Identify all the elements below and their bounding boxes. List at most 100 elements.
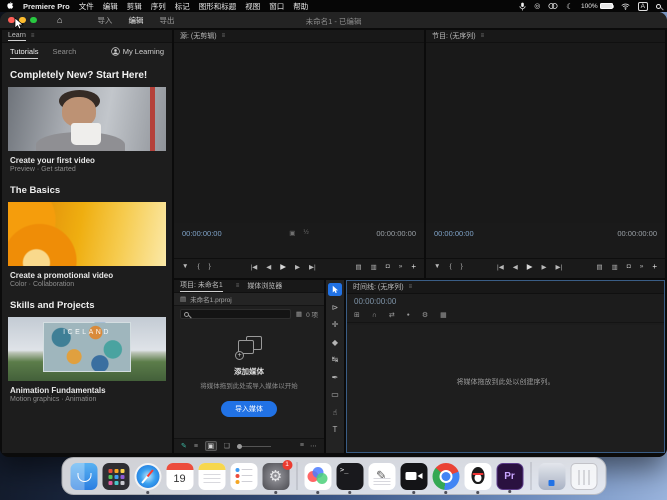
nest-toggle-button[interactable]: ⊞ — [354, 311, 360, 319]
add-marker-button[interactable]: ▼ — [434, 263, 440, 270]
notes-icon[interactable] — [198, 463, 225, 490]
video-camera-app-icon[interactable] — [400, 463, 427, 490]
list-icon[interactable]: ▦ — [296, 310, 302, 318]
timeline-panel-tab[interactable]: 时间线: (无序列) — [353, 282, 404, 292]
tab-search[interactable]: Search — [52, 47, 76, 56]
selection-tool[interactable] — [328, 283, 342, 296]
panel-menu-icon[interactable]: ≡ — [222, 33, 226, 39]
track-select-forward-tool[interactable]: ⊳ — [328, 301, 342, 314]
panel-menu-icon[interactable]: ≡ — [409, 284, 413, 290]
project-writable-toggle[interactable]: ✎ — [181, 442, 187, 450]
menu-item-help[interactable]: 帮助 — [293, 1, 308, 12]
panel-menu-icon[interactable]: ≡ — [481, 33, 485, 39]
mark-in-button[interactable]: { — [449, 263, 451, 270]
mark-in-button[interactable]: { — [197, 263, 199, 270]
textedit-icon[interactable]: ✎ — [368, 463, 395, 490]
captions-menu-button[interactable]: ▦ — [440, 311, 447, 319]
screen-record-icon[interactable]: ◎ — [534, 2, 540, 10]
button-editor-button[interactable]: + — [652, 262, 657, 271]
step-forward-button[interactable]: ▶ — [542, 263, 547, 271]
mark-out-button[interactable]: } — [461, 263, 463, 270]
ripple-edit-tool[interactable]: ✛ — [328, 318, 342, 331]
system-settings-icon[interactable]: ⚙1 — [262, 463, 289, 490]
do-not-disturb-icon[interactable]: ☾ — [566, 2, 573, 11]
add-marker-button[interactable]: ● — [407, 312, 410, 318]
tab-export[interactable]: 导出 — [158, 12, 175, 29]
extract-button[interactable]: ▥ — [612, 263, 618, 271]
zoom-window-button[interactable] — [30, 17, 37, 24]
terminal-icon[interactable]: >_ — [336, 463, 363, 490]
panel-menu-icon[interactable]: ≡ — [31, 33, 35, 39]
add-marker-button[interactable]: ▼ — [182, 263, 188, 270]
program-monitor-tab[interactable]: 节目: (无序列) — [432, 31, 476, 41]
chrome-icon[interactable] — [432, 463, 459, 490]
battery-status[interactable]: 100% — [581, 3, 613, 10]
thumbnail-zoom-slider[interactable] — [237, 446, 271, 447]
more-buttons-chevron[interactable]: » — [399, 263, 403, 270]
learn-panel-tab[interactable]: Learn — [8, 32, 26, 41]
menu-item-sequence[interactable]: 序列 — [151, 1, 166, 12]
linked-selection-button[interactable]: ⇄ — [389, 311, 395, 319]
icon-view-button[interactable]: ▣ — [205, 441, 217, 451]
go-to-out-button[interactable]: ▶| — [309, 263, 316, 271]
step-back-button[interactable]: ◀ — [513, 263, 518, 271]
menu-item-file[interactable]: 文件 — [79, 1, 94, 12]
reminders-icon[interactable] — [230, 463, 257, 490]
creative-cloud-icon[interactable] — [304, 463, 331, 490]
insert-button[interactable]: ▤ — [355, 263, 361, 271]
timeline-track-area[interactable]: 将媒体拖放到此处以创建序列。 — [347, 325, 664, 452]
go-to-in-button[interactable]: |◀ — [497, 263, 504, 271]
timeline-settings-icon[interactable]: ⚙ — [422, 311, 428, 319]
tutorial-card[interactable]: ICELAND Animation Fundamentals Motion gr… — [2, 317, 172, 403]
more-tools-button[interactable]: ⋯ — [310, 442, 317, 450]
type-tool[interactable]: T — [328, 423, 342, 436]
menu-app-name[interactable]: Premiere Pro — [23, 2, 70, 11]
play-button[interactable]: ▶ — [527, 262, 533, 271]
trash-icon[interactable] — [570, 463, 597, 490]
menu-item-window[interactable]: 窗口 — [269, 1, 284, 12]
rectangle-tool[interactable]: ▭ — [328, 388, 342, 401]
razor-tool[interactable]: ◆ — [328, 336, 342, 349]
play-button[interactable]: ▶ — [280, 262, 286, 271]
qq-icon[interactable] — [464, 463, 491, 490]
tab-tutorials[interactable]: Tutorials — [10, 45, 38, 59]
media-browser-tab[interactable]: 媒体浏览器 — [247, 281, 282, 291]
input-source-icon[interactable]: A — [638, 2, 648, 11]
mark-out-button[interactable]: } — [209, 263, 211, 270]
step-forward-button[interactable]: ▶ — [295, 263, 300, 271]
project-panel-tab[interactable]: 项目: 未命名1 — [180, 280, 223, 292]
slip-tool[interactable]: ↹ — [328, 353, 342, 366]
playback-resolution-select[interactable]: ½ — [303, 229, 308, 237]
import-media-button[interactable]: 导入媒体 — [221, 401, 277, 417]
source-monitor-tab[interactable]: 源: (无剪辑) — [180, 31, 217, 41]
microphone-icon[interactable] — [519, 2, 526, 11]
pen-tool[interactable]: ✒ — [328, 371, 342, 384]
launchpad-icon[interactable] — [102, 463, 129, 490]
menu-item-clip[interactable]: 剪辑 — [127, 1, 142, 12]
list-view-button[interactable]: ≡ — [194, 443, 198, 450]
menu-item-markers[interactable]: 标记 — [175, 1, 190, 12]
home-icon[interactable]: ⌂ — [57, 15, 62, 25]
go-to-in-button[interactable]: |◀ — [251, 263, 258, 271]
overwrite-button[interactable]: ▥ — [371, 263, 377, 271]
tutorial-card[interactable]: Create your first video Preview · Get st… — [2, 87, 172, 173]
finder-icon[interactable] — [70, 463, 97, 490]
tab-import[interactable]: 导入 — [96, 12, 113, 29]
wifi-icon[interactable] — [621, 3, 630, 10]
sort-icons-button[interactable]: ≡ — [300, 442, 304, 450]
menu-item-edit[interactable]: 编辑 — [103, 1, 118, 12]
go-to-out-button[interactable]: ▶| — [556, 263, 563, 271]
zoom-level-select[interactable]: ▣ — [289, 229, 295, 237]
apple-menu[interactable] — [6, 1, 14, 12]
snap-toggle-button[interactable]: ∩ — [372, 312, 377, 319]
my-learning-button[interactable]: My Learning — [111, 47, 164, 56]
button-editor-button[interactable]: + — [411, 262, 416, 271]
creative-cloud-status-icon[interactable] — [548, 2, 558, 10]
hand-tool[interactable]: ☝ — [328, 406, 342, 419]
spotlight-search-icon[interactable] — [656, 4, 661, 9]
export-frame-button[interactable]: ◘ — [386, 263, 390, 270]
export-frame-button[interactable]: ◘ — [627, 263, 631, 270]
lift-button[interactable]: ▤ — [596, 263, 602, 271]
menu-item-view[interactable]: 视图 — [245, 1, 260, 12]
safari-icon[interactable] — [134, 463, 161, 490]
